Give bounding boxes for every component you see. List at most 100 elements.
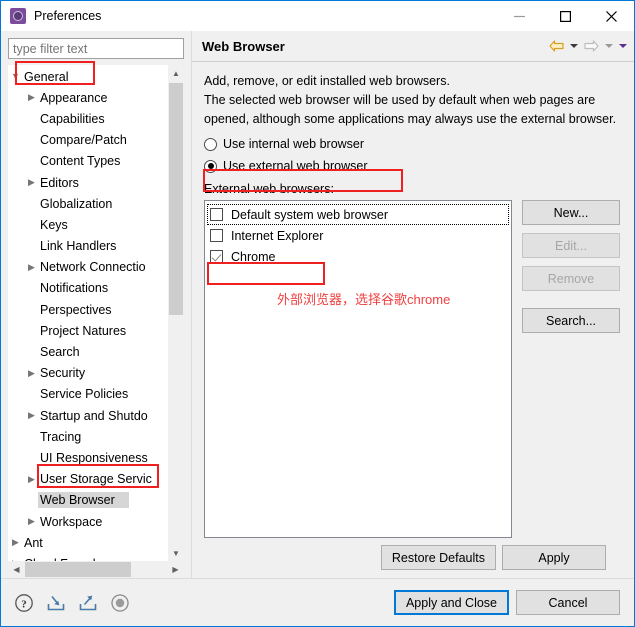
sidebar-item-editors[interactable]: ▶ Editors bbox=[8, 172, 168, 193]
radio-use-internal[interactable]: Use internal web browser bbox=[204, 133, 620, 155]
sidebar-item-label: User Storage Servic bbox=[40, 472, 152, 487]
sidebar-item-content-types[interactable]: Content Types bbox=[8, 151, 168, 172]
footer-icons: ? bbox=[13, 592, 394, 614]
sidebar-item-startup-and-shutdo[interactable]: ▶ Startup and Shutdo bbox=[8, 405, 168, 426]
sidebar-item-notifications[interactable]: Notifications bbox=[8, 278, 168, 299]
import-icon[interactable] bbox=[45, 592, 67, 614]
scroll-up-icon[interactable]: ▲ bbox=[168, 65, 184, 81]
sidebar-item-workspace[interactable]: ▶ Workspace bbox=[8, 511, 168, 532]
sidebar-item-cloud-foundry[interactable]: ▶Cloud Foundry bbox=[8, 553, 168, 561]
preference-page: Web Browser Add, remove, or edit install… bbox=[191, 31, 634, 578]
maximize-icon[interactable] bbox=[542, 1, 588, 31]
sidebar-item-label: Compare/Patch bbox=[40, 133, 127, 148]
sidebar-item-keys[interactable]: Keys bbox=[8, 214, 168, 235]
list-item[interactable]: Chrome bbox=[207, 246, 509, 267]
sidebar-item-perspectives[interactable]: Perspectives bbox=[8, 299, 168, 320]
preferences-tree[interactable]: ▼ General ▶ Appearance Capabilities Compare/P… bbox=[8, 65, 168, 561]
window-controls bbox=[496, 1, 634, 31]
sidebar-item-label: Content Types bbox=[40, 154, 121, 169]
chevron-right-icon[interactable]: ▶ bbox=[25, 262, 38, 272]
sidebar-item-label: Tracing bbox=[40, 429, 82, 444]
vertical-scroll-thumb[interactable] bbox=[169, 83, 183, 315]
sidebar-item-network-connectio[interactable]: ▶ Network Connectio bbox=[8, 257, 168, 278]
sidebar-item-service-policies[interactable]: Service Policies bbox=[8, 384, 168, 405]
forward-dropdown-icon[interactable] bbox=[603, 38, 614, 54]
title-bar: Preferences bbox=[1, 1, 634, 31]
sidebar-item-label: Globalization bbox=[40, 196, 113, 211]
radio-internal-label: Use internal web browser bbox=[223, 137, 365, 151]
apply-and-close-button[interactable]: Apply and Close bbox=[393, 590, 509, 615]
sidebar-item-security[interactable]: ▶ Security bbox=[8, 363, 168, 384]
tree-vertical-scrollbar[interactable]: ▲ ▼ bbox=[168, 65, 184, 561]
cancel-button[interactable]: Cancel bbox=[516, 590, 620, 615]
checkbox-default-system[interactable] bbox=[210, 208, 223, 221]
sidebar-item-label: Appearance bbox=[40, 90, 108, 105]
sidebar-item-ui-responsiveness[interactable]: UI Responsiveness bbox=[8, 447, 168, 468]
list-item-label: Chrome bbox=[231, 249, 276, 264]
list-item[interactable]: Default system web browser bbox=[207, 204, 509, 225]
chevron-right-icon[interactable]: ▶ bbox=[25, 474, 38, 484]
sidebar-item-tracing[interactable]: Tracing bbox=[8, 426, 168, 447]
view-menu-dropdown-icon[interactable] bbox=[617, 38, 628, 54]
page-header: Web Browser bbox=[192, 31, 634, 62]
page-nav-icons bbox=[547, 38, 628, 54]
preferences-dialog: Preferences ▼General▶AppearanceCapabilit… bbox=[0, 0, 635, 627]
back-dropdown-icon[interactable] bbox=[568, 38, 579, 54]
sidebar-item-label: Project Natures bbox=[40, 323, 127, 338]
restore-defaults-button[interactable]: Restore Defaults bbox=[380, 545, 496, 570]
filter-input[interactable] bbox=[8, 38, 184, 59]
checkbox-chrome[interactable] bbox=[210, 250, 223, 263]
radio-external-indicator bbox=[204, 159, 217, 173]
radio-use-external[interactable]: Use external web browser bbox=[204, 155, 620, 177]
sidebar-item-label: Perspectives bbox=[40, 302, 112, 317]
new-button[interactable]: New... bbox=[522, 200, 620, 225]
sidebar-item-search[interactable]: Search bbox=[8, 341, 168, 362]
sidebar-item-appearance[interactable]: ▶ Appearance bbox=[8, 87, 168, 108]
list-item[interactable]: Internet Explorer bbox=[207, 225, 509, 246]
sidebar-item-user-storage-servic[interactable]: ▶ User Storage Servic bbox=[8, 469, 168, 490]
minimize-icon[interactable] bbox=[496, 1, 542, 31]
sidebar-item-project-natures[interactable]: Project Natures bbox=[8, 320, 168, 341]
sidebar-item-label: Notifications bbox=[40, 281, 109, 296]
preferences-sidebar: ▼General▶AppearanceCapabilitiesCompare/P… bbox=[1, 31, 191, 578]
sidebar-item-ant[interactable]: ▶ Ant bbox=[8, 532, 168, 553]
dialog-footer: ? Apply and Close Cancel bbox=[1, 578, 634, 626]
sidebar-item-general[interactable]: ▼ General bbox=[8, 66, 168, 87]
back-arrow-icon[interactable] bbox=[547, 38, 565, 54]
sidebar-item-label: Capabilities bbox=[40, 111, 105, 126]
external-browsers-list[interactable]: Default system web browser Internet Expl… bbox=[204, 200, 512, 538]
scroll-down-icon[interactable]: ▼ bbox=[168, 545, 184, 561]
sidebar-item-web-browser[interactable]: Web Browser bbox=[8, 490, 168, 511]
help-icon[interactable]: ? bbox=[13, 592, 35, 614]
horizontal-scroll-thumb[interactable] bbox=[25, 562, 131, 577]
sidebar-item-capabilities[interactable]: Capabilities bbox=[8, 108, 168, 129]
checkbox-internet-explorer[interactable] bbox=[210, 229, 223, 242]
record-icon[interactable] bbox=[109, 592, 131, 614]
sidebar-item-label: Service Policies bbox=[40, 387, 129, 402]
sidebar-item-label: Search bbox=[40, 345, 80, 360]
sidebar-item-link-handlers[interactable]: Link Handlers bbox=[8, 236, 168, 257]
sidebar-item-label: General bbox=[24, 69, 69, 84]
search-button[interactable]: Search... bbox=[522, 308, 620, 333]
sidebar-item-label: Security bbox=[40, 366, 86, 381]
tree-horizontal-scrollbar[interactable]: ◀ ▶ bbox=[8, 561, 184, 578]
sidebar-item-globalization[interactable]: Globalization bbox=[8, 193, 168, 214]
chevron-right-icon[interactable]: ▶ bbox=[25, 517, 38, 526]
chevron-right-icon[interactable]: ▶ bbox=[25, 368, 38, 378]
chevron-right-icon[interactable]: ▶ bbox=[25, 93, 38, 102]
sidebar-item-compare-patch[interactable]: Compare/Patch bbox=[8, 130, 168, 151]
chevron-right-icon[interactable]: ▶ bbox=[25, 178, 38, 187]
preferences-tree-container: ▼ General ▶ Appearance Capabilities Compare/P… bbox=[8, 65, 184, 578]
footer-buttons: Apply and Close Cancel bbox=[393, 590, 620, 615]
sidebar-item-label: Link Handlers bbox=[40, 239, 117, 254]
apply-button[interactable]: Apply bbox=[502, 545, 606, 570]
close-icon[interactable] bbox=[588, 1, 634, 31]
export-icon[interactable] bbox=[77, 592, 99, 614]
scroll-right-icon[interactable]: ▶ bbox=[167, 561, 184, 578]
chevron-right-icon[interactable]: ▶ bbox=[9, 538, 22, 547]
chevron-right-icon[interactable]: ▶ bbox=[25, 411, 38, 420]
scroll-left-icon[interactable]: ◀ bbox=[8, 561, 25, 578]
chevron-down-icon[interactable]: ▼ bbox=[9, 72, 22, 81]
svg-text:?: ? bbox=[21, 598, 27, 610]
edit-button: Edit... bbox=[522, 233, 620, 258]
